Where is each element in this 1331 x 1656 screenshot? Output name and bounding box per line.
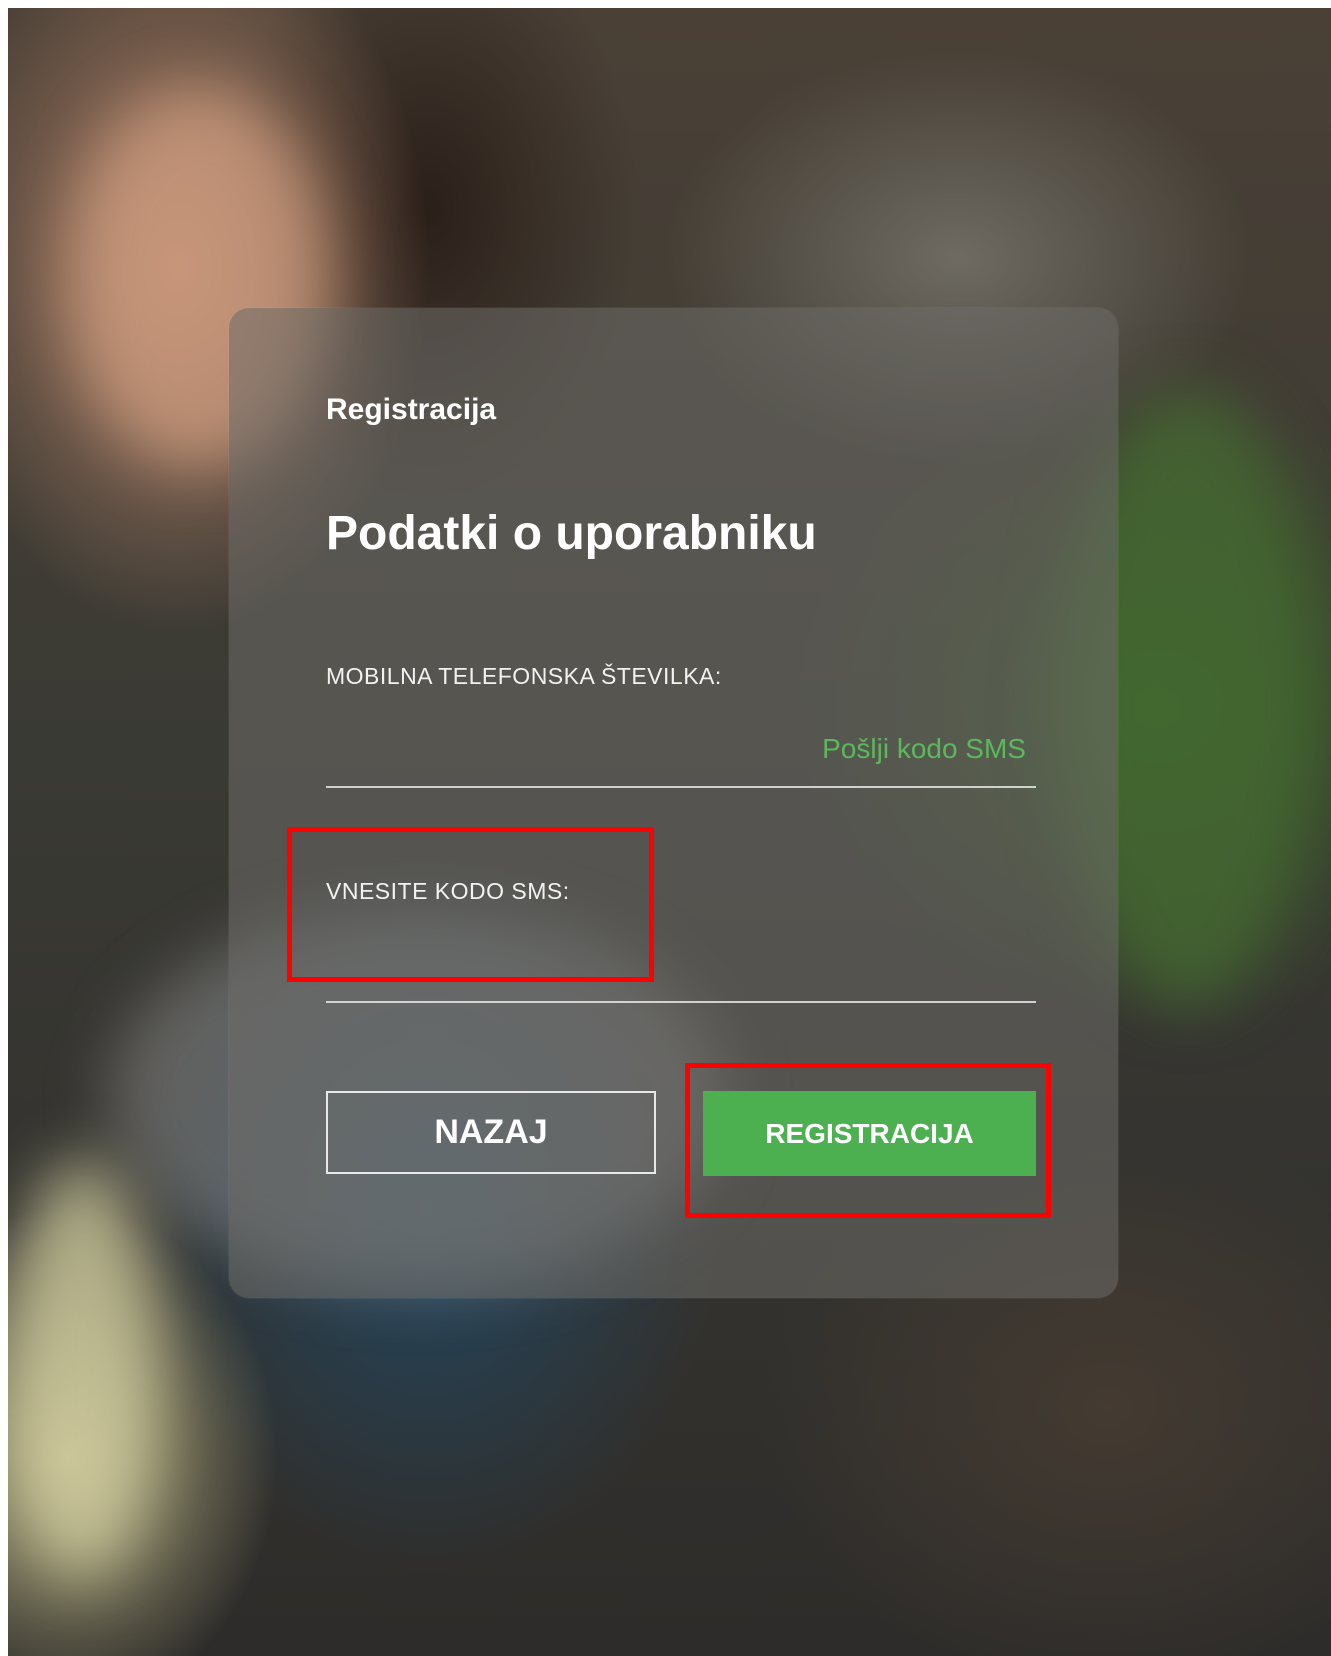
sms-code-input[interactable] (326, 948, 1036, 988)
phone-field-underline (326, 786, 1036, 788)
breadcrumb: Registracija (326, 393, 497, 426)
page-title: Podatki o uporabniku (326, 507, 817, 560)
phone-input[interactable] (326, 728, 766, 768)
phone-label: MOBILNA TELEFONSKA ŠTEVILKA: (326, 663, 722, 689)
sms-code-label: VNESITE KODO SMS: (326, 878, 570, 904)
page-background: Registracija Podatki o uporabniku MOBILN… (8, 8, 1331, 1656)
send-sms-code-link[interactable]: Pošlji kodo SMS (822, 733, 1026, 765)
register-button[interactable]: REGISTRACIJA (703, 1091, 1036, 1176)
registration-card: Registracija Podatki o uporabniku MOBILN… (229, 308, 1118, 1298)
background-photo-cup (8, 1158, 158, 1578)
back-button[interactable]: NAZAJ (326, 1091, 656, 1174)
sms-code-field-underline (326, 1001, 1036, 1003)
